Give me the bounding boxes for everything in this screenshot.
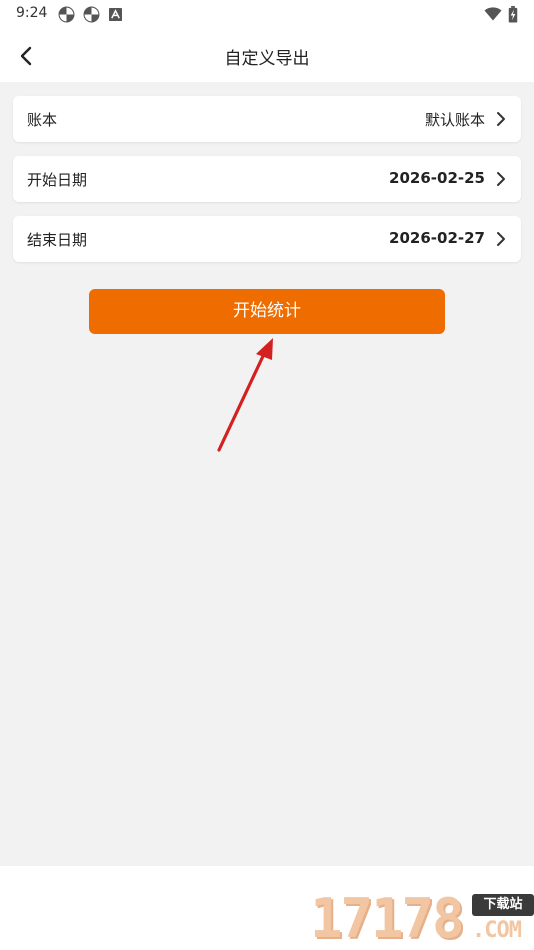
- ledger-label: 账本: [27, 111, 58, 129]
- status-bar: 9:24: [0, 0, 534, 30]
- chevron-right-icon: [497, 112, 505, 126]
- start-date-row[interactable]: 开始日期 2026-02-25: [13, 156, 521, 202]
- end-date-label: 结束日期: [27, 231, 88, 249]
- status-time: 9:24: [16, 5, 48, 21]
- app-header: 自定义导出: [0, 30, 534, 82]
- ledger-value: 默认账本: [424, 111, 485, 129]
- start-date-value: 2026-02-25: [389, 169, 485, 187]
- font-a-icon: [109, 8, 122, 21]
- pinwheel-icon: [58, 6, 75, 23]
- watermark-digits: 17178: [310, 887, 465, 950]
- ledger-row[interactable]: 账本 默认账本: [13, 96, 521, 142]
- watermark-badge: 下载站: [472, 894, 534, 916]
- battery-charging-icon: [508, 6, 518, 23]
- wifi-icon: [484, 7, 502, 21]
- end-date-value: 2026-02-27: [389, 229, 485, 247]
- end-date-row[interactable]: 结束日期 2026-02-27: [13, 216, 521, 262]
- page-title: 自定义导出: [224, 49, 310, 69]
- chevron-right-icon: [497, 232, 505, 246]
- start-date-label: 开始日期: [27, 171, 88, 189]
- site-watermark: 17178 下载站 .COM: [310, 888, 534, 950]
- content-area: 账本 默认账本 开始日期 2026-02-25 结束日期 2026-02-27 …: [0, 82, 534, 866]
- pinwheel-icon: [83, 6, 100, 23]
- red-arrow-pointer-icon: [217, 338, 273, 452]
- watermark-domain: .COM: [472, 918, 522, 943]
- chevron-right-icon: [497, 172, 505, 186]
- start-statistics-button[interactable]: 开始统计: [89, 289, 445, 334]
